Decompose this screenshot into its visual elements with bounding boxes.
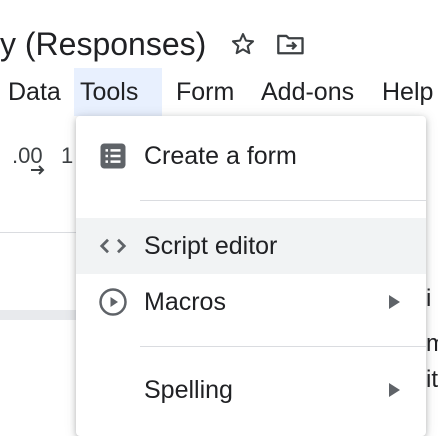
document-title[interactable]: y (Responses) — [0, 22, 206, 66]
submenu-arrow-icon — [389, 383, 400, 397]
menu-separator — [140, 200, 426, 201]
submenu-arrow-icon — [389, 295, 400, 309]
menu-item-label: Spelling — [144, 376, 233, 404]
code-icon — [98, 231, 128, 261]
menu-item-create-form[interactable]: Create a form — [76, 128, 426, 184]
menu-help[interactable]: Help — [376, 68, 438, 116]
sheet-column-header — [0, 310, 80, 320]
menu-bar: Data Tools Form Add-ons Help — [0, 68, 438, 116]
move-to-folder-icon[interactable] — [276, 30, 304, 58]
tools-menu: Create a form Script editor Macros Spell… — [76, 116, 426, 436]
menu-item-label: Script editor — [144, 232, 278, 260]
cell-fragment: it — [426, 366, 438, 393]
cell-fragment: i — [426, 285, 432, 312]
star-icon[interactable] — [229, 30, 257, 58]
menu-tools[interactable]: Tools — [74, 68, 162, 116]
arrow-right-icon — [31, 165, 45, 175]
menu-item-label: Macros — [144, 288, 226, 316]
menu-item-script-editor[interactable]: Script editor — [76, 218, 426, 274]
cell-fragment: m — [426, 330, 438, 357]
play-circle-icon — [98, 287, 128, 317]
menu-data[interactable]: Data — [2, 68, 67, 116]
increase-decimal-button[interactable]: .00 — [12, 143, 45, 175]
menu-item-macros[interactable]: Macros — [76, 274, 426, 330]
menu-form[interactable]: Form — [170, 68, 240, 116]
menu-item-spelling[interactable]: Spelling — [76, 362, 426, 418]
menu-item-label: Create a form — [144, 142, 297, 170]
menu-add-ons[interactable]: Add-ons — [255, 68, 360, 116]
menu-separator — [140, 346, 426, 347]
sheet-header-line — [0, 232, 80, 233]
form-icon — [98, 141, 128, 171]
toolbar-fragment[interactable]: 1 — [61, 143, 73, 169]
